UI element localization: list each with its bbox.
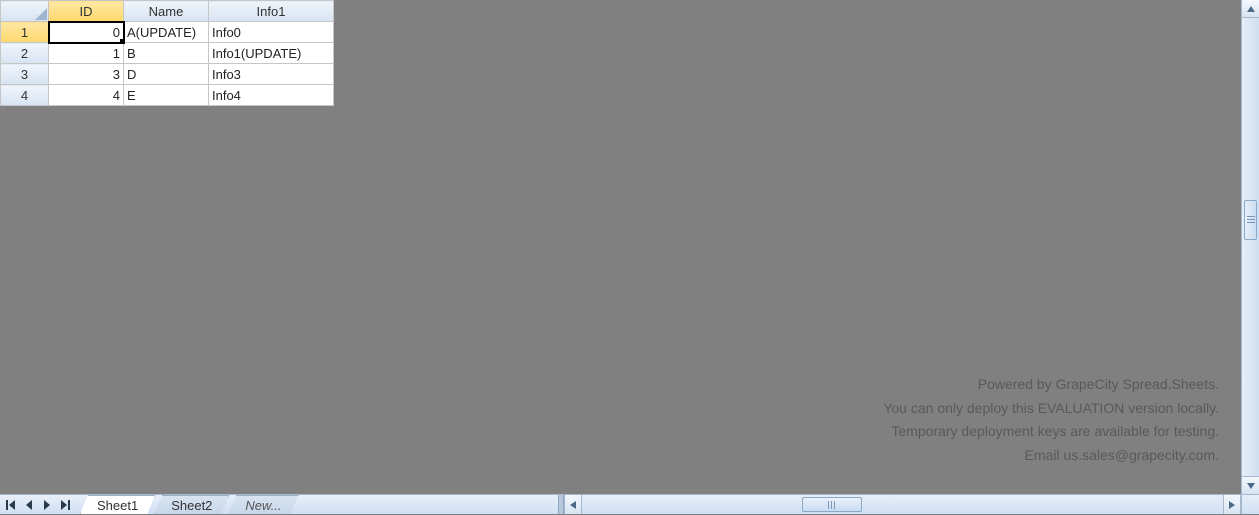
tab-sheet2[interactable]: Sheet2 (154, 495, 229, 514)
data-grid: ID Name Info1 1 0 A(UPDATE) Info0 2 1 B … (0, 0, 334, 106)
tab-prev-button[interactable] (20, 496, 38, 514)
table-row: 3 3 D Info3 (1, 64, 334, 85)
watermark-line: Powered by GrapeCity Spread.Sheets. (883, 373, 1219, 397)
horizontal-scroll-thumb[interactable] (802, 497, 862, 512)
bottom-bar: Sheet1 Sheet2 New... (0, 494, 1259, 514)
scroll-down-button[interactable] (1242, 476, 1259, 494)
row-header[interactable]: 4 (1, 85, 49, 106)
cell[interactable]: Info3 (209, 64, 334, 85)
scroll-up-button[interactable] (1242, 0, 1259, 18)
cell[interactable]: Info1(UPDATE) (209, 43, 334, 64)
spreadsheet-viewport: ID Name Info1 1 0 A(UPDATE) Info0 2 1 B … (0, 0, 1241, 494)
horizontal-scrollbar[interactable] (564, 495, 1241, 514)
select-all-corner[interactable] (1, 1, 49, 22)
vertical-scroll-thumb[interactable] (1244, 200, 1257, 240)
cell[interactable]: D (124, 64, 209, 85)
watermark-line: You can only deploy this EVALUATION vers… (883, 397, 1219, 421)
horizontal-scroll-track[interactable] (582, 495, 1223, 514)
row-header[interactable]: 3 (1, 64, 49, 85)
cell[interactable]: 1 (49, 43, 124, 64)
scroll-left-button[interactable] (564, 495, 582, 514)
tab-next-button[interactable] (38, 496, 56, 514)
column-header-id[interactable]: ID (49, 1, 124, 22)
watermark-line: Temporary deployment keys are available … (883, 420, 1219, 444)
cell[interactable]: Info4 (209, 85, 334, 106)
watermark-line: Email us.sales@grapecity.com. (883, 444, 1219, 468)
tab-first-button[interactable] (2, 496, 20, 514)
evaluation-watermark: Powered by GrapeCity Spread.Sheets. You … (883, 373, 1219, 468)
column-header-info[interactable]: Info1 (209, 1, 334, 22)
cell[interactable]: E (124, 85, 209, 106)
tab-new-sheet[interactable]: New... (228, 495, 298, 514)
cell[interactable]: B (124, 43, 209, 64)
cell[interactable]: 3 (49, 64, 124, 85)
cell[interactable]: 0 (49, 22, 124, 43)
scroll-right-button[interactable] (1223, 495, 1241, 514)
table-row: 2 1 B Info1(UPDATE) (1, 43, 334, 64)
scrollbar-corner (1241, 495, 1259, 514)
cell[interactable]: Info0 (209, 22, 334, 43)
column-header-name[interactable]: Name (124, 1, 209, 22)
cell[interactable]: A(UPDATE) (124, 22, 209, 43)
tab-sheet1[interactable]: Sheet1 (80, 495, 155, 514)
cell[interactable]: 4 (49, 85, 124, 106)
table-row: 1 0 A(UPDATE) Info0 (1, 22, 334, 43)
vertical-scrollbar[interactable] (1241, 0, 1259, 494)
tab-last-button[interactable] (56, 496, 74, 514)
sheet-tabs: Sheet1 Sheet2 New... (80, 495, 298, 514)
tab-nav (0, 495, 76, 514)
table-row: 4 4 E Info4 (1, 85, 334, 106)
row-header[interactable]: 1 (1, 22, 49, 43)
row-header[interactable]: 2 (1, 43, 49, 64)
